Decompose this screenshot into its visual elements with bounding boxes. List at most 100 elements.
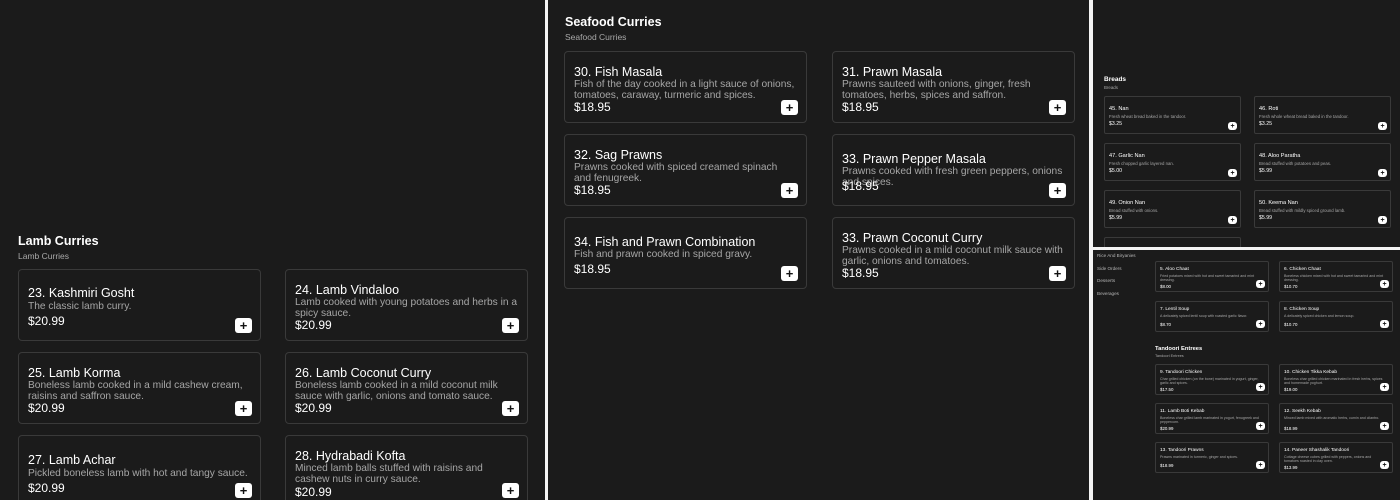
add-to-cart-button[interactable]: + xyxy=(1380,383,1389,391)
item-name: 14. Paneer Shashalik Tandoori xyxy=(1284,448,1350,453)
add-to-cart-button[interactable]: + xyxy=(781,266,798,281)
item-name: 9. Tandoori Chicken xyxy=(1160,370,1203,375)
add-to-cart-button[interactable]: + xyxy=(1378,122,1387,130)
item-description: The classic lamb curry. xyxy=(28,301,132,312)
menu-item-card[interactable]: 26. Lamb Coconut Curry Boneless lamb coo… xyxy=(285,352,528,424)
item-name: 49. Onion Nan xyxy=(1109,200,1146,206)
menu-item-card[interactable]: 46. Roti Fresh whole wheat bread baked i… xyxy=(1254,96,1391,134)
add-to-cart-button[interactable]: + xyxy=(235,401,252,416)
add-to-cart-button[interactable]: + xyxy=(1256,422,1265,430)
menu-item-card[interactable]: 33. Prawn Pepper Masala Prawns cooked wi… xyxy=(832,134,1075,206)
item-description: Prawns sauteed with onions, ginger, fres… xyxy=(842,79,1031,101)
menu-item-card[interactable]: 48. Aloo Paratha Bread stuffed with pota… xyxy=(1254,143,1391,181)
menu-item-card[interactable]: 34. Fish and Prawn Combination Fish and … xyxy=(564,217,807,289)
add-to-cart-button[interactable]: + xyxy=(1228,169,1237,177)
menu-item-card[interactable]: 14. Paneer Shashalik Tandoori Cottage ch… xyxy=(1279,442,1393,473)
menu-item-card[interactable]: 25. Lamb Korma Boneless lamb cooked in a… xyxy=(18,352,261,424)
add-to-cart-button[interactable]: + xyxy=(1380,461,1389,469)
menu-item-card[interactable]: 49. Onion Nan Bread stuffed with onions.… xyxy=(1104,190,1241,228)
item-price: $18.95 xyxy=(574,183,611,197)
item-name: 34. Fish and Prawn Combination xyxy=(574,235,756,249)
item-description: Fresh wheat bread baked in the tandoor. xyxy=(1109,114,1187,119)
item-name: 25. Lamb Korma xyxy=(28,366,121,380)
item-name: 23. Kashmiri Gosht xyxy=(28,286,135,300)
add-to-cart-button[interactable]: + xyxy=(1378,216,1387,224)
sidebar-link-side-orders[interactable]: Side Orders xyxy=(1097,266,1122,271)
add-to-cart-button[interactable]: + xyxy=(235,483,252,498)
item-name: 33. Prawn Coconut Curry xyxy=(842,231,983,245)
menu-item-card[interactable]: 23. Kashmiri Gosht The classic lamb curr… xyxy=(18,269,261,341)
add-to-cart-button[interactable]: + xyxy=(1380,320,1389,328)
item-price: $18.95 xyxy=(842,266,879,280)
item-name: 10. Chicken Tikka Kebab xyxy=(1284,370,1338,375)
add-to-cart-button[interactable]: + xyxy=(1049,100,1066,115)
add-to-cart-button[interactable]: + xyxy=(1380,280,1389,288)
item-price: $19.00 xyxy=(1284,387,1298,392)
item-description: Minced lamb balls stuffed with raisins a… xyxy=(295,463,483,485)
sidebar-link-beverages[interactable]: Beverages xyxy=(1097,291,1119,296)
add-to-cart-button[interactable]: + xyxy=(502,318,519,333)
item-description: Boneless lamb cooked in a mild coconut m… xyxy=(295,380,498,402)
add-to-cart-button[interactable]: + xyxy=(502,401,519,416)
add-to-cart-button[interactable]: + xyxy=(1228,216,1237,224)
item-description: Pickled boneless lamb with hot and tangy… xyxy=(28,468,248,479)
item-price: $18.95 xyxy=(574,262,611,276)
item-price: $18.95 xyxy=(842,179,879,193)
add-to-cart-button[interactable]: + xyxy=(502,483,519,498)
item-name: 12. Seekh Kebab xyxy=(1284,409,1321,414)
sidebar-link-desserts[interactable]: Desserts xyxy=(1097,278,1115,283)
menu-item-card[interactable]: 10. Chicken Tikka Kebab Boneless char gr… xyxy=(1279,364,1393,395)
menu-item-card[interactable]: 31. Prawn Masala Prawns sauteed with oni… xyxy=(832,51,1075,123)
add-to-cart-button[interactable]: + xyxy=(235,318,252,333)
add-to-cart-button[interactable]: + xyxy=(1256,461,1265,469)
add-to-cart-button[interactable]: + xyxy=(1256,280,1265,288)
item-description: Prawns marinated in turmeric, ginger and… xyxy=(1160,455,1238,459)
sidebar-link-rice[interactable]: Rice And Biryanies xyxy=(1097,253,1136,258)
item-description: Minced lamb mixed with aromatic herbs, c… xyxy=(1284,416,1380,420)
menu-item-card[interactable]: 6. Chicken Chaat Boneless chicken mixed … xyxy=(1279,261,1393,292)
add-to-cart-button[interactable]: + xyxy=(781,183,798,198)
menu-item-card[interactable]: 7. Lentil Soup A delicately spiced lenti… xyxy=(1155,301,1269,332)
item-description: Boneless lamb cooked in a mild cashew cr… xyxy=(28,380,243,402)
add-to-cart-button[interactable]: + xyxy=(1049,266,1066,281)
menu-item-card[interactable]: 28. Hydrabadi Kofta Minced lamb balls st… xyxy=(285,435,528,500)
section-subtitle: Lamb Curries xyxy=(18,251,70,261)
item-price: $20.99 xyxy=(28,314,65,328)
menu-item-card[interactable]: 47. Garlic Nan Fresh chopped garlic laye… xyxy=(1104,143,1241,181)
item-description: Fish of the day cooked in a light sauce … xyxy=(574,79,795,101)
add-to-cart-button[interactable]: + xyxy=(1378,169,1387,177)
item-name: 33. Prawn Pepper Masala xyxy=(842,152,986,166)
section-title: Breads xyxy=(1104,76,1127,83)
menu-item-card[interactable]: 9. Tandoori Chicken Char grilled chicken… xyxy=(1155,364,1269,395)
menu-item-card[interactable]: 11. Lamb Boti Kebab Boneless char grille… xyxy=(1155,403,1269,434)
item-price: $20.99 xyxy=(295,318,332,332)
item-name: 26. Lamb Coconut Curry xyxy=(295,366,432,380)
add-to-cart-button[interactable]: + xyxy=(1228,122,1237,130)
menu-item-card[interactable]: 12. Seekh Kebab Minced lamb mixed with a… xyxy=(1279,403,1393,434)
item-name: 45. Nan xyxy=(1109,106,1129,112)
menu-item-card[interactable]: 33. Prawn Coconut Curry Prawns cooked in… xyxy=(832,217,1075,289)
item-price: $20.99 xyxy=(28,481,65,495)
menu-item-card[interactable]: 8. Chicken Soup A delicately spiced chic… xyxy=(1279,301,1393,332)
item-description: A delicately spiced chicken and lemon so… xyxy=(1284,314,1355,318)
menu-item-card[interactable]: 13. Tandoori Prawns Prawns marinated in … xyxy=(1155,442,1269,473)
menu-item-card[interactable] xyxy=(1104,237,1241,247)
menu-item-card[interactable]: 45. Nan Fresh wheat bread baked in the t… xyxy=(1104,96,1241,134)
section-title: Seafood Curries xyxy=(565,15,662,29)
item-description: Prawns cooked in a mild coconut milk sau… xyxy=(842,245,1063,267)
menu-item-card[interactable]: 32. Sag Prawns Prawns cooked with spiced… xyxy=(564,134,807,206)
item-price: $5.99 xyxy=(1259,215,1272,221)
menu-item-card[interactable]: 50. Keema Nan Bread stuffed with mildly … xyxy=(1254,190,1391,228)
item-price: $20.99 xyxy=(295,401,332,415)
add-to-cart-button[interactable]: + xyxy=(1049,183,1066,198)
item-price: $18.99 xyxy=(1160,463,1174,468)
add-to-cart-button[interactable]: + xyxy=(1380,422,1389,430)
menu-item-card[interactable]: 5. Aloo Chaat Fried potatoes mixed with … xyxy=(1155,261,1269,292)
add-to-cart-button[interactable]: + xyxy=(1256,383,1265,391)
menu-item-card[interactable]: 30. Fish Masala Fish of the day cooked i… xyxy=(564,51,807,123)
add-to-cart-button[interactable]: + xyxy=(781,100,798,115)
add-to-cart-button[interactable]: + xyxy=(1256,320,1265,328)
item-name: 31. Prawn Masala xyxy=(842,65,943,79)
menu-item-card[interactable]: 27. Lamb Achar Pickled boneless lamb wit… xyxy=(18,435,261,500)
menu-item-card[interactable]: 24. Lamb Vindaloo Lamb cooked with young… xyxy=(285,269,528,341)
